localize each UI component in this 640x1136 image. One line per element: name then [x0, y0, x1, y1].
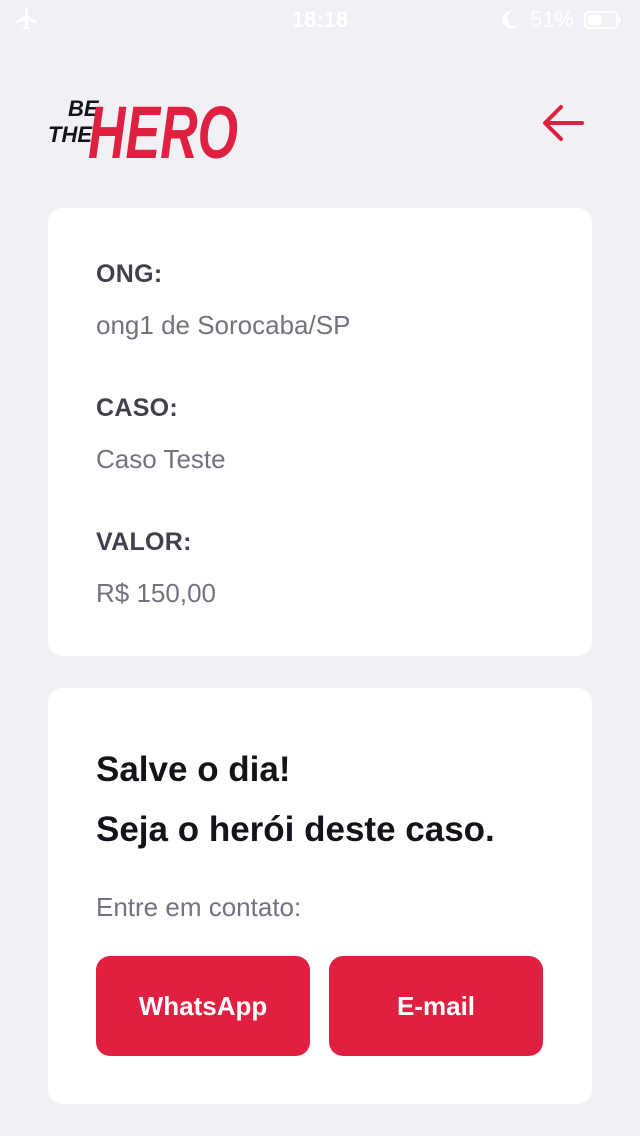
case-value: Caso Teste	[96, 444, 226, 474]
status-bar: 18:18 51%	[0, 0, 640, 40]
contact-title-line1: Salve o dia!	[96, 750, 291, 789]
battery-percentage: 51%	[530, 7, 575, 32]
moon-icon	[502, 10, 518, 29]
incident-card: ONG: ong1 de Sorocaba/SP CASO: Caso Test…	[48, 208, 592, 656]
whatsapp-button-label: WhatsApp	[138, 990, 268, 1021]
value-label: VALOR:	[96, 528, 192, 556]
ong-value: ong1 de Sorocaba/SP	[96, 310, 351, 340]
logo-text-the: THE	[48, 122, 93, 147]
email-button-label: E-mail	[396, 990, 476, 1021]
contact-title-line2: Seja o herói deste caso.	[96, 810, 495, 849]
be-the-hero-logo: BE THE HERO	[48, 91, 238, 162]
logo-text-hero: HERO	[88, 91, 238, 162]
value-amount: R$ 150,00	[96, 578, 216, 608]
ong-label: ONG:	[96, 260, 163, 288]
contact-card: Salve o dia! Seja o herói deste caso. En…	[48, 688, 592, 1104]
battery-icon	[584, 11, 621, 29]
email-button[interactable]: E-mail	[329, 956, 543, 1056]
contact-description: Entre em contato:	[96, 892, 302, 922]
case-label: CASO:	[96, 394, 179, 422]
arrow-left-icon[interactable]	[540, 102, 586, 144]
whatsapp-button[interactable]: WhatsApp	[96, 956, 310, 1056]
